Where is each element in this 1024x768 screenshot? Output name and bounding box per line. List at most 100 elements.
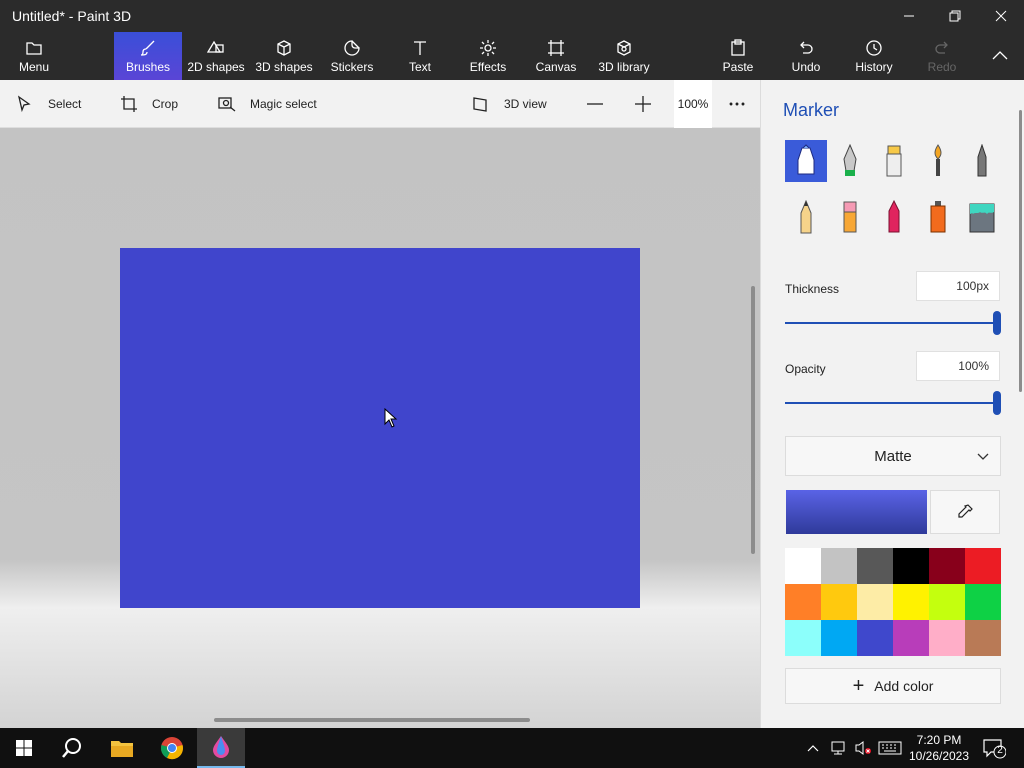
file-explorer-button[interactable] — [98, 728, 146, 768]
magic-select-icon — [218, 97, 236, 112]
zoom-in-button[interactable] — [634, 80, 652, 128]
library-icon — [617, 40, 631, 56]
pointer-icon — [17, 95, 31, 113]
minimize-button[interactable] — [886, 0, 932, 32]
palette-swatch[interactable] — [821, 584, 857, 620]
brush-panel: Marker Thickness 100px Opacity 100% Matt… — [760, 80, 1024, 728]
network-icon-button[interactable] — [830, 728, 848, 768]
thickness-slider[interactable] — [785, 322, 997, 324]
spray-can-brush[interactable] — [917, 196, 959, 238]
tab-canvas[interactable]: Canvas — [534, 32, 578, 80]
search-button[interactable] — [48, 728, 96, 768]
palette-swatch[interactable] — [929, 584, 965, 620]
eyedropper-button[interactable] — [930, 490, 1000, 534]
marker-brush[interactable] — [785, 140, 827, 182]
palette-swatch[interactable] — [893, 548, 929, 584]
opacity-slider[interactable] — [785, 402, 997, 404]
vertical-scrollbar[interactable] — [751, 286, 755, 554]
menu-button[interactable]: Menu — [10, 32, 58, 80]
shapes-2d-icon — [207, 40, 224, 53]
finish-dropdown[interactable]: Matte — [785, 436, 1001, 476]
tab-3d-library[interactable]: 3D library — [596, 32, 652, 80]
oil-brush[interactable] — [873, 140, 915, 182]
panel-scrollbar[interactable] — [1019, 110, 1022, 392]
palette-swatch[interactable] — [785, 584, 821, 620]
current-color[interactable] — [786, 490, 927, 534]
palette-swatch[interactable] — [929, 620, 965, 656]
thickness-input[interactable]: 100px — [916, 271, 1000, 301]
palette-swatch[interactable] — [893, 620, 929, 656]
crop-button[interactable]: Crop — [120, 80, 178, 128]
brush-icon — [140, 40, 155, 56]
window-title: Untitled* - Paint 3D — [12, 8, 132, 24]
sticker-icon — [344, 40, 360, 56]
tab-stickers[interactable]: Stickers — [328, 32, 376, 80]
add-color-button[interactable]: + Add color — [785, 668, 1001, 704]
watercolor-brush[interactable] — [917, 140, 959, 182]
tab-brushes[interactable]: Brushes — [114, 32, 182, 80]
drawing-canvas[interactable] — [120, 248, 640, 608]
clock[interactable]: 7:20 PM 10/26/2023 — [906, 732, 972, 764]
more-options-button[interactable] — [728, 80, 746, 128]
pixel-pen-brush[interactable] — [961, 140, 1003, 182]
tab-3d-shapes[interactable]: 3D shapes — [254, 32, 314, 80]
fill-brush[interactable] — [961, 196, 1003, 238]
magic-select-button[interactable]: Magic select — [218, 80, 317, 128]
minus-icon — [587, 103, 603, 105]
tab-effects-label: Effects — [469, 60, 507, 74]
palette-swatch[interactable] — [965, 620, 1001, 656]
palette-swatch[interactable] — [857, 584, 893, 620]
opacity-slider-thumb[interactable] — [993, 391, 1001, 415]
palette-swatch[interactable] — [965, 584, 1001, 620]
palette-swatch[interactable] — [857, 548, 893, 584]
show-hidden-icons-button[interactable] — [806, 728, 820, 768]
3d-view-label: 3D view — [504, 97, 547, 111]
start-button[interactable] — [0, 728, 48, 768]
palette-swatch[interactable] — [929, 548, 965, 584]
paint3d-taskbar-button[interactable] — [197, 728, 245, 768]
zoom-out-button[interactable] — [586, 80, 604, 128]
paste-label: Paste — [722, 60, 754, 74]
volume-button[interactable] — [854, 728, 872, 768]
palette-swatch[interactable] — [785, 620, 821, 656]
palette-swatch[interactable] — [857, 620, 893, 656]
3d-view-button[interactable]: 3D view — [472, 80, 547, 128]
network-icon — [831, 741, 845, 755]
palette-swatch[interactable] — [821, 620, 857, 656]
palette-swatch[interactable] — [893, 584, 929, 620]
restore-button[interactable] — [932, 0, 978, 32]
redo-button[interactable]: Redo — [922, 32, 962, 80]
palette-swatch[interactable] — [785, 548, 821, 584]
keyboard-icon — [878, 741, 902, 755]
zoom-level[interactable]: 100% — [674, 80, 712, 128]
thickness-slider-thumb[interactable] — [993, 311, 1001, 335]
keyboard-button[interactable] — [878, 728, 902, 768]
palette-swatch[interactable] — [821, 548, 857, 584]
opacity-label: Opacity — [785, 362, 826, 376]
tab-stickers-label: Stickers — [330, 60, 374, 74]
undo-button[interactable]: Undo — [786, 32, 826, 80]
notifications-button[interactable]: 2 — [982, 728, 1006, 768]
palette-swatch[interactable] — [965, 548, 1001, 584]
horizontal-scrollbar[interactable] — [214, 718, 530, 722]
pencil-brush[interactable] — [785, 196, 827, 238]
crop-icon — [121, 96, 137, 112]
paste-button[interactable]: Paste — [718, 32, 758, 80]
close-button[interactable] — [978, 0, 1024, 32]
opacity-input[interactable]: 100% — [916, 351, 1000, 381]
chrome-button[interactable] — [148, 728, 196, 768]
crayon-brush[interactable] — [873, 196, 915, 238]
tab-2d-shapes[interactable]: 2D shapes — [186, 32, 246, 80]
calligraphy-pen-brush[interactable] — [829, 140, 871, 182]
tab-text[interactable]: Text — [398, 32, 442, 80]
finish-value: Matte — [874, 447, 912, 465]
eraser-brush[interactable] — [829, 196, 871, 238]
mouse-cursor-icon — [384, 408, 398, 428]
collapse-ribbon-button[interactable] — [984, 32, 1016, 80]
ellipsis-icon — [729, 102, 745, 106]
canvas-icon — [548, 40, 564, 56]
select-button[interactable]: Select — [16, 80, 81, 128]
tab-effects[interactable]: Effects — [466, 32, 510, 80]
history-button[interactable]: History — [852, 32, 896, 80]
calligraphy-pen-icon — [843, 144, 857, 176]
